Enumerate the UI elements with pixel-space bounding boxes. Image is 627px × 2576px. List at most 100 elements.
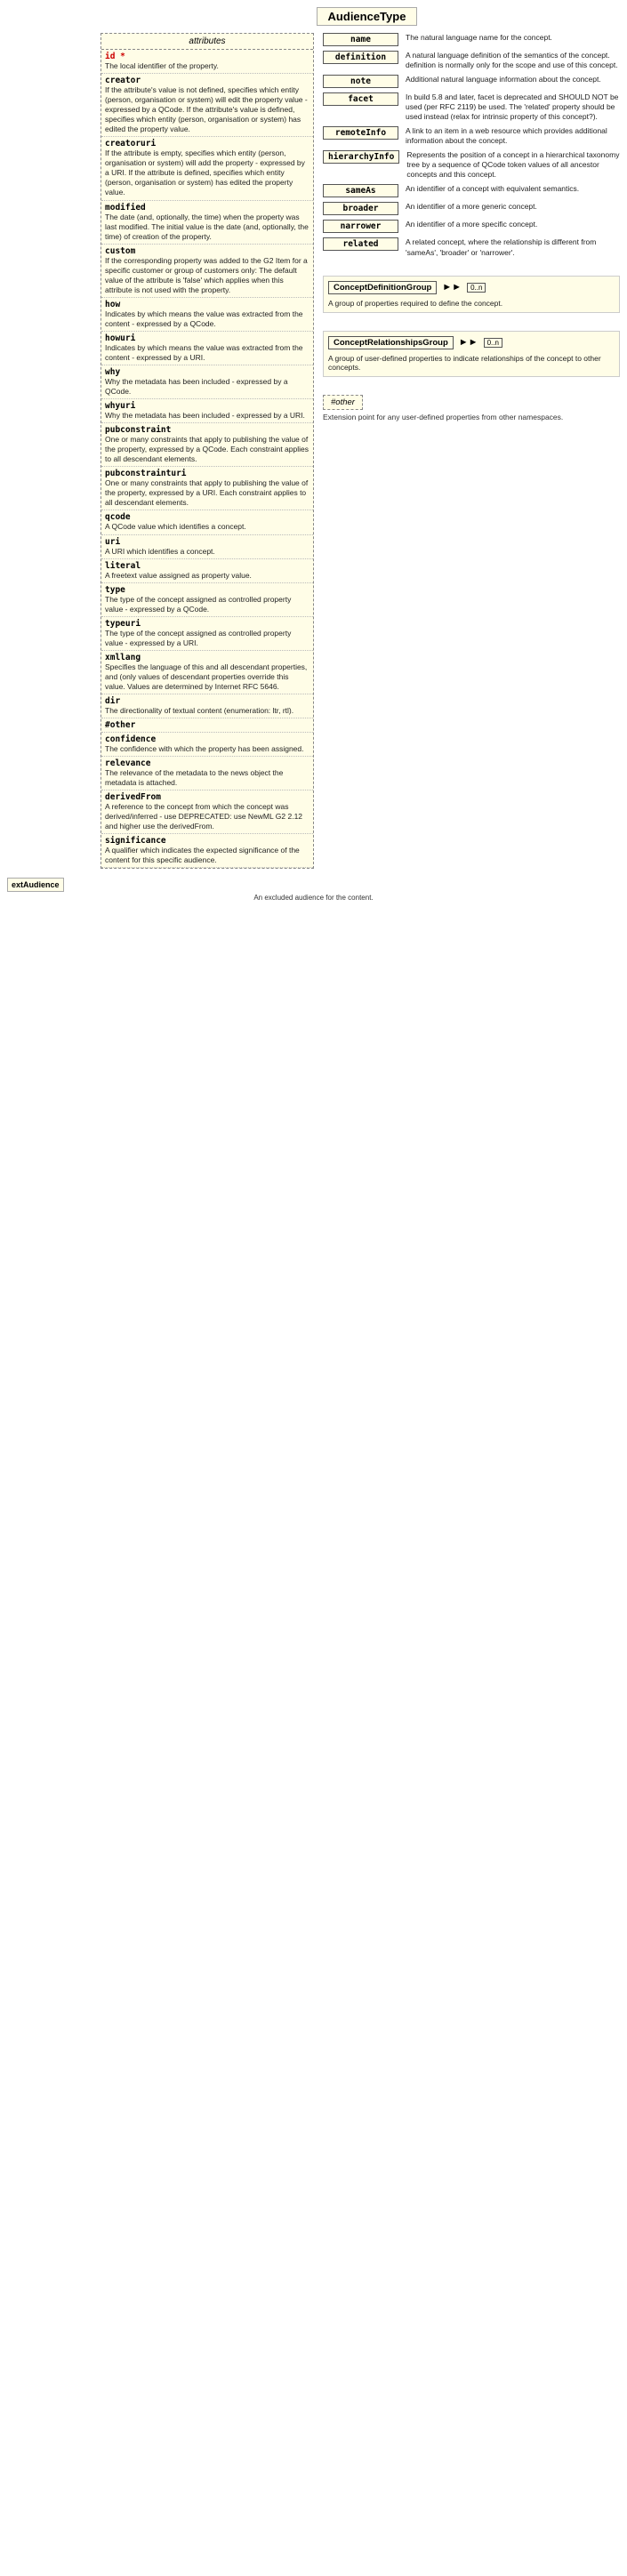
attr-item-whyuri: whyuriWhy the metadata has been included… [101, 399, 313, 423]
attr-item-pubconstrainturi: pubconstrainturiOne or many constraints … [101, 467, 313, 510]
attr-name-custom: custom [105, 246, 309, 256]
attr-desc-type: The type of the concept assigned as cont… [105, 595, 309, 614]
attr-name-type: type [105, 585, 309, 595]
right-prop-definition: definitionA natural language definition … [323, 51, 620, 70]
attr-item-pubconstraint: pubconstraintOne or many constraints tha… [101, 423, 313, 467]
attr-desc-qcode: A QCode value which identifies a concept… [105, 522, 309, 532]
right-prop-desc-related: A related concept, where the relationshi… [406, 237, 620, 257]
right-prop-name-sameAs: sameAs [323, 184, 398, 197]
concept-definition-group-header: ConceptDefinitionGroup ►► 0..n [328, 281, 615, 294]
page: AudienceType attributes id *The local id… [0, 0, 627, 909]
attr-desc-typeuri: The type of the concept assigned as cont… [105, 629, 309, 648]
other-element-wrapper: #other Extension point for any user-defi… [323, 395, 620, 421]
right-prop-facet: facet In build 5.8 and later, facet is de… [323, 92, 620, 122]
concept-definition-group-name: ConceptDefinitionGroup [328, 281, 437, 294]
title-row: AudienceType [7, 7, 620, 26]
attr-item-creator: creatorIf the attribute's value is not d… [101, 74, 313, 137]
right-prop-name-narrower: narrower [323, 220, 398, 233]
attr-item-dir: dirThe directionality of textual content… [101, 694, 313, 718]
attributes-panel: attributes id *The local identifier of t… [100, 33, 314, 869]
attr-item-relevance: relevanceThe relevance of the metadata t… [101, 757, 313, 790]
attr-item-qcode: qcodeA QCode value which identifies a co… [101, 510, 313, 534]
right-prop-name-broader: broader [323, 202, 398, 215]
attr-item-significance: significanceA qualifier which indicates … [101, 834, 313, 868]
concept-relationships-group-card: 0..n [484, 338, 502, 348]
right-prop-desc-definition: A natural language definition of the sem… [406, 51, 620, 70]
attr-item-uri: uriA URI which identifies a concept. [101, 535, 313, 559]
attr-item-confidence: confidenceThe confidence with which the … [101, 733, 313, 757]
right-prop-broader: broader An identifier of a more generic c… [323, 202, 620, 215]
right-prop-name-hierarchyInfo: hierarchyInfo [323, 150, 399, 164]
attr-item-how: howIndicates by which means the value wa… [101, 298, 313, 332]
concept-relationships-group-name: ConceptRelationshipsGroup [328, 336, 454, 349]
attr-desc-why: Why the metadata has been included - exp… [105, 377, 309, 397]
right-prop-desc-note: Additional natural language information … [406, 75, 620, 84]
attr-name-creator: creator [105, 76, 309, 85]
attr-name-modified: modified [105, 203, 309, 213]
concept-relationships-group-connector: ►► [459, 337, 478, 348]
right-prop-remoteInfo: remoteInfoA link to an item in a web res… [323, 126, 620, 146]
attr-name-xmllang: xmllang [105, 653, 309, 662]
attr-desc-creatoruri: If the attribute is empty, specifies whi… [105, 148, 309, 197]
ext-audience-box: extAudience [7, 878, 64, 892]
attr-item-derivedFrom: derivedFromA reference to the concept fr… [101, 790, 313, 834]
concept-relationships-group: ConceptRelationshipsGroup ►► 0..n A grou… [323, 331, 620, 377]
right-prop-sameAs: sameAs An identifier of a concept with eq… [323, 184, 620, 197]
attr-name-whyuri: whyuri [105, 401, 309, 411]
attr-item-custom: customIf the corresponding property was … [101, 245, 313, 298]
attr-item-howuri: howuriIndicates by which means the value… [101, 332, 313, 365]
right-prop-desc-sameAs: An identifier of a concept with equivale… [406, 184, 620, 194]
right-prop-note: noteAdditional natural language informat… [323, 75, 620, 88]
concept-relationships-group-header: ConceptRelationshipsGroup ►► 0..n [328, 336, 615, 349]
attr-name-derivedFrom: derivedFrom [105, 792, 309, 802]
attr-desc-literal: A freetext value assigned as property va… [105, 571, 309, 581]
attr-item-typeuri: typeuriThe type of the concept assigned … [101, 617, 313, 651]
attr-name-confidence: confidence [105, 734, 309, 744]
attr-desc-custom: If the corresponding property was added … [105, 256, 309, 295]
attr-desc-confidence: The confidence with which the property h… [105, 744, 309, 754]
right-prop-name-remoteInfo: remoteInfo [323, 126, 398, 140]
attr-name-#other: #other [105, 720, 309, 730]
attr-name-relevance: relevance [105, 758, 309, 768]
attr-desc-uri: A URI which identifies a concept. [105, 547, 309, 557]
right-props-list: name The natural language name for the co… [323, 33, 620, 258]
concept-definition-group-card: 0..n [467, 283, 486, 293]
attr-name-significance: significance [105, 836, 309, 846]
attr-name-why: why [105, 367, 309, 377]
attr-name-id: id * [105, 52, 309, 61]
right-prop-desc-name: The natural language name for the concep… [406, 33, 620, 43]
attr-name-qcode: qcode [105, 512, 309, 522]
attr-name-creatoruri: creatoruri [105, 139, 309, 148]
right-prop-desc-broader: An identifier of a more generic concept. [406, 202, 620, 212]
ext-audience-desc: An excluded audience for the content. [7, 894, 620, 902]
right-prop-name-facet: facet [323, 92, 398, 106]
attr-desc-derivedFrom: A reference to the concept from which th… [105, 802, 309, 831]
attributes-list: id *The local identifier of the property… [101, 50, 313, 868]
attr-name-uri: uri [105, 537, 309, 547]
right-prop-hierarchyInfo: hierarchyInfo Represents the position of … [323, 150, 620, 180]
attr-name-howuri: howuri [105, 333, 309, 343]
attr-desc-pubconstraint: One or many constraints that apply to pu… [105, 435, 309, 464]
attr-item-type: typeThe type of the concept assigned as … [101, 583, 313, 617]
right-prop-desc-facet: In build 5.8 and later, facet is depreca… [406, 92, 620, 122]
attr-item-creatoruri: creatoruriIf the attribute is empty, spe… [101, 137, 313, 200]
attr-name-pubconstrainturi: pubconstrainturi [105, 469, 309, 478]
concept-relationships-group-desc: A group of user-defined properties to in… [328, 354, 615, 372]
attributes-header: attributes [101, 34, 313, 50]
attr-desc-pubconstrainturi: One or many constraints that apply to pu… [105, 478, 309, 508]
attr-item-why: whyWhy the metadata has been included - … [101, 365, 313, 399]
attr-name-literal: literal [105, 561, 309, 571]
ext-audience-section: extAudience An excluded audience for the… [7, 878, 620, 902]
concept-definition-group-connector: ►► [442, 282, 462, 293]
right-prop-desc-hierarchyInfo: Represents the position of a concept in … [406, 150, 620, 180]
right-prop-name-name: name [323, 33, 398, 46]
attr-desc-id: The local identifier of the property. [105, 61, 309, 71]
attr-desc-modified: The date (and, optionally, the time) whe… [105, 213, 309, 242]
other-element-desc: Extension point for any user-defined pro… [323, 413, 620, 421]
right-prop-desc-narrower: An identifier of a more specific concept… [406, 220, 620, 229]
right-prop-name-related: related [323, 237, 398, 251]
attr-desc-xmllang: Specifies the language of this and all d… [105, 662, 309, 692]
other-element-box: #other [323, 395, 363, 410]
attr-name-pubconstraint: pubconstraint [105, 425, 309, 435]
body-row: attributes id *The local identifier of t… [7, 33, 620, 869]
